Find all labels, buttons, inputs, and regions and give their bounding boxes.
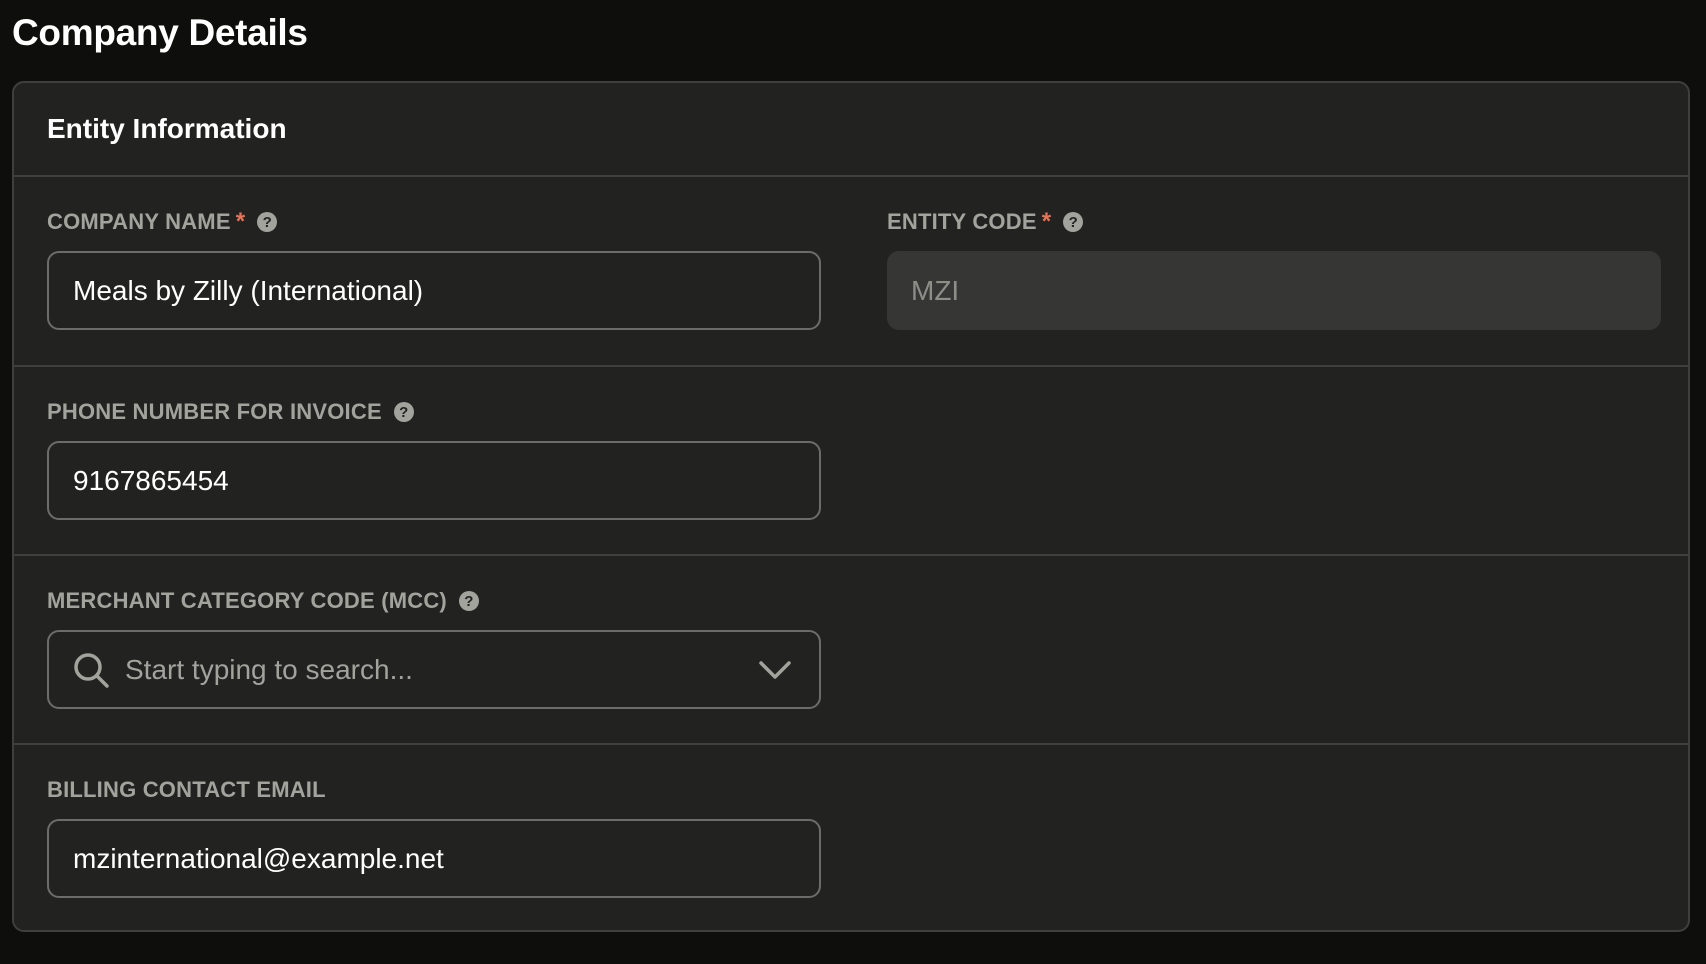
entity-information-card: Entity Information COMPANY NAME * ? Meal…	[12, 81, 1690, 932]
company-name-input[interactable]: Meals by Zilly (International)	[47, 251, 821, 330]
phone-value: 9167865454	[73, 464, 229, 496]
entity-code-label-line: ENTITY CODE * ?	[887, 207, 1661, 237]
form-row-name-code: COMPANY NAME * ? Meals by Zilly (Interna…	[14, 177, 1688, 367]
entity-code-label: ENTITY CODE	[887, 209, 1037, 234]
required-indicator: *	[1041, 208, 1052, 235]
company-name-value: Meals by Zilly (International)	[73, 274, 424, 306]
billing-email-field: BILLING CONTACT EMAIL mzinternational@ex…	[47, 775, 821, 898]
company-name-label-line: COMPANY NAME * ?	[47, 207, 821, 237]
help-icon[interactable]: ?	[458, 591, 479, 611]
page-title: Company Details	[12, 12, 308, 53]
mcc-label: MERCHANT CATEGORY CODE (MCC)	[47, 588, 447, 613]
entity-code-input: MZI	[887, 251, 1661, 330]
help-icon[interactable]: ?	[257, 212, 278, 232]
phone-input[interactable]: 9167865454	[47, 441, 821, 520]
entity-code-value: MZI	[911, 274, 960, 306]
phone-field: PHONE NUMBER FOR INVOICE ? 9167865454	[47, 397, 821, 520]
company-name-label: COMPANY NAME	[47, 209, 231, 234]
required-indicator: *	[235, 208, 246, 235]
card-title: Entity Information	[47, 113, 287, 144]
phone-label: PHONE NUMBER FOR INVOICE	[47, 399, 382, 424]
form-row-billing-email: BILLING CONTACT EMAIL mzinternational@ex…	[14, 745, 1688, 930]
entity-code-field: ENTITY CODE * ? MZI	[887, 207, 1661, 330]
billing-email-label: BILLING CONTACT EMAIL	[47, 777, 326, 802]
help-icon[interactable]: ?	[393, 402, 414, 422]
mcc-placeholder: Start typing to search...	[125, 653, 413, 685]
card-header: Entity Information	[14, 83, 1688, 177]
search-icon	[71, 650, 111, 690]
help-icon[interactable]: ?	[1063, 212, 1084, 232]
mcc-select[interactable]: Start typing to search...	[47, 630, 821, 709]
mcc-label-line: MERCHANT CATEGORY CODE (MCC) ?	[47, 586, 821, 616]
billing-email-value: mzinternational@example.net	[73, 842, 444, 874]
billing-email-label-line: BILLING CONTACT EMAIL	[47, 775, 821, 805]
billing-email-input[interactable]: mzinternational@example.net	[47, 819, 821, 898]
mcc-field: MERCHANT CATEGORY CODE (MCC) ? Start typ…	[47, 586, 821, 709]
chevron-down-icon[interactable]	[757, 652, 793, 688]
company-name-field: COMPANY NAME * ? Meals by Zilly (Interna…	[47, 207, 821, 330]
phone-label-line: PHONE NUMBER FOR INVOICE ?	[47, 397, 821, 427]
form-row-mcc: MERCHANT CATEGORY CODE (MCC) ? Start typ…	[14, 556, 1688, 745]
form-row-phone: PHONE NUMBER FOR INVOICE ? 9167865454	[14, 367, 1688, 556]
